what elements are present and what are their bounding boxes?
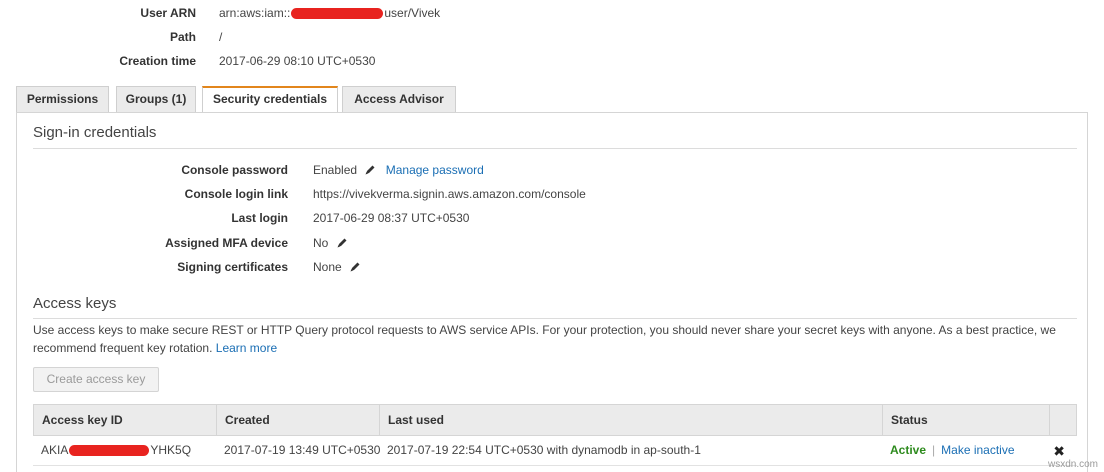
- security-credentials-panel: Sign-in credentials Console password Ena…: [16, 112, 1088, 472]
- console-login-link-value: https://vivekverma.signin.aws.amazon.com…: [313, 187, 586, 201]
- last-used-cell: 2017-07-19 22:54 UTC+0530 with dynamodb …: [387, 443, 701, 457]
- status-badge: Active: [890, 443, 927, 457]
- pencil-icon[interactable]: [349, 261, 361, 273]
- access-keys-description: Use access keys to make secure REST or H…: [33, 321, 1073, 357]
- column-created[interactable]: Created: [217, 405, 380, 436]
- mfa-device-value: No: [313, 233, 348, 253]
- column-last-used[interactable]: Last used: [380, 405, 883, 436]
- tab-access-advisor[interactable]: Access Advisor: [342, 86, 456, 113]
- signing-certificates-status: None: [313, 260, 342, 274]
- console-password-label: Console password: [181, 163, 288, 177]
- status-cell: Active | Make inactive: [882, 436, 1052, 464]
- table-header: Access key ID Created Last used Status: [33, 404, 1077, 436]
- path-label: Path: [169, 30, 196, 44]
- mfa-device-status: No: [313, 236, 329, 250]
- manage-password-link[interactable]: Manage password: [386, 163, 484, 177]
- pencil-icon[interactable]: [336, 237, 348, 249]
- table-row: AKIA YHK5Q 2017-07-19 13:49 UTC+0530 2017…: [33, 436, 1077, 466]
- access-keys-description-text: Use access keys to make secure REST or H…: [33, 323, 1056, 355]
- column-status[interactable]: Status: [883, 405, 1050, 436]
- signin-credentials-heading: Sign-in credentials: [33, 124, 157, 141]
- last-login-value: 2017-06-29 08:37 UTC+0530: [313, 211, 470, 225]
- column-access-key-id[interactable]: Access key ID: [34, 405, 217, 436]
- section-divider: [33, 148, 1077, 149]
- arn-value: arn:aws:iam:: user/Vivek: [219, 3, 440, 23]
- access-key-id-cell: AKIA YHK5Q: [33, 436, 216, 464]
- arn-suffix: user/Vivek: [384, 6, 441, 20]
- tab-permissions[interactable]: Permissions: [16, 86, 109, 113]
- make-inactive-link[interactable]: Make inactive: [941, 443, 1014, 457]
- create-access-key-button[interactable]: Create access key: [33, 367, 159, 392]
- path-value: /: [219, 30, 223, 44]
- last-login-label: Last login: [231, 211, 288, 225]
- watermark-text: wsxdn.com: [1047, 459, 1098, 470]
- arn-label: User ARN: [140, 6, 196, 20]
- signing-certificates-value: None: [313, 257, 361, 277]
- created-cell: 2017-07-19 13:49 UTC+0530: [224, 443, 381, 457]
- redaction-mark: [291, 8, 384, 20]
- console-password-value: Enabled Manage password: [313, 160, 484, 180]
- access-key-prefix: AKIA: [41, 443, 69, 457]
- creation-time-label: Creation time: [119, 54, 196, 68]
- console-login-link-label: Console login link: [184, 187, 288, 201]
- learn-more-link[interactable]: Learn more: [216, 341, 277, 355]
- redaction-mark: [69, 445, 150, 457]
- arn-prefix: arn:aws:iam::: [219, 6, 291, 20]
- mfa-device-label: Assigned MFA device: [165, 236, 288, 250]
- access-key-suffix: YHK5Q: [150, 443, 192, 457]
- signing-certificates-label: Signing certificates: [177, 260, 288, 274]
- section-divider: [33, 318, 1077, 319]
- tab-security-credentials[interactable]: Security credentials: [202, 86, 338, 114]
- status-separator: |: [932, 443, 936, 457]
- access-keys-heading: Access keys: [33, 295, 117, 312]
- creation-time-value: 2017-06-29 08:10 UTC+0530: [219, 54, 376, 68]
- pencil-icon[interactable]: [364, 164, 376, 176]
- console-password-status: Enabled: [313, 163, 358, 177]
- tab-groups[interactable]: Groups (1): [116, 86, 196, 113]
